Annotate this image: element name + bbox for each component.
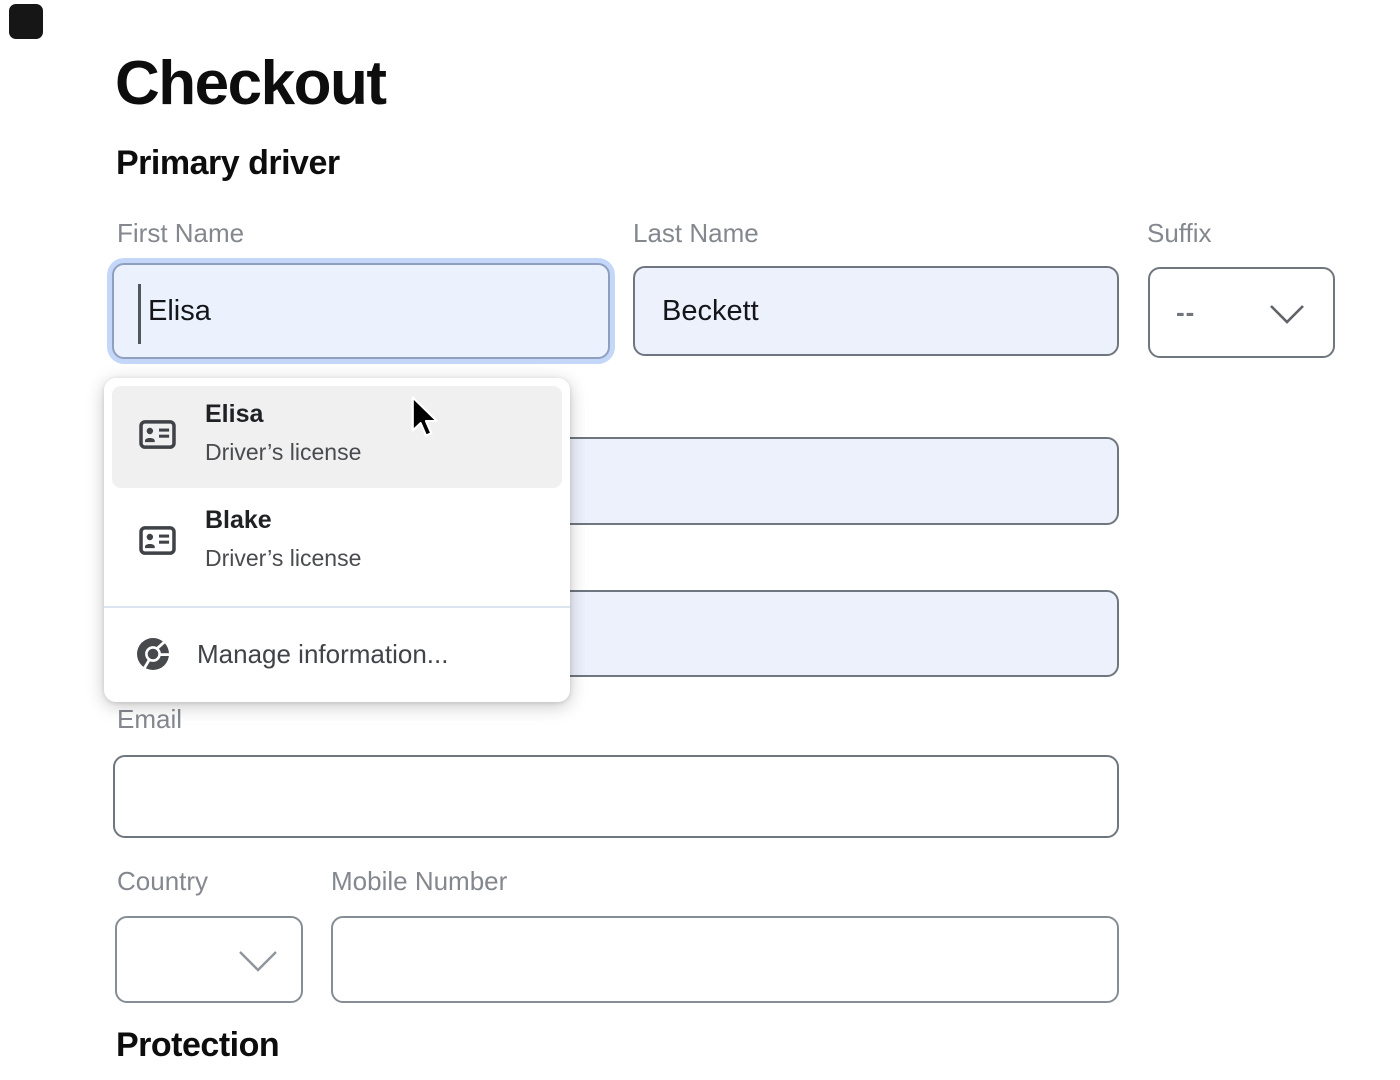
last-name-label: Last Name [633, 218, 759, 248]
last-name-input[interactable] [633, 266, 1119, 356]
first-name-field-wrap [112, 263, 610, 359]
suffix-label: Suffix [1147, 218, 1212, 248]
country-label: Country [117, 866, 208, 896]
suggestion-subtitle: Driver’s license [205, 543, 361, 573]
suffix-value: -- [1176, 297, 1195, 328]
autofill-suggestion-elisa[interactable]: Elisa Driver’s license [112, 386, 562, 488]
chrome-icon [136, 637, 170, 671]
autofill-popup: Elisa Driver’s license Blake Driver’s li… [104, 378, 570, 702]
section-primary-driver: Primary driver [116, 144, 340, 183]
autofill-suggestion-blake[interactable]: Blake Driver’s license [112, 492, 562, 594]
suggestion-title: Blake [205, 505, 272, 535]
email-field[interactable] [113, 755, 1119, 838]
country-select[interactable] [115, 916, 303, 1003]
mobile-number-label: Mobile Number [331, 866, 507, 896]
first-name-input[interactable] [112, 263, 610, 359]
first-name-label: First Name [117, 218, 244, 248]
suggestion-subtitle: Driver’s license [205, 437, 361, 467]
manage-information-label: Manage information... [197, 639, 448, 669]
email-label: Email [117, 704, 182, 734]
corner-mark [9, 4, 43, 39]
manage-information-item[interactable]: Manage information... [104, 608, 570, 702]
chevron-down-icon [238, 949, 278, 973]
id-card-icon [139, 420, 176, 449]
id-card-icon [139, 526, 176, 555]
mouse-cursor [410, 396, 440, 438]
checkout-page: Checkout Primary driver Protection First… [0, 0, 1400, 1080]
suffix-select[interactable]: -- [1148, 267, 1335, 358]
chevron-down-icon [1269, 303, 1305, 325]
page-title: Checkout [115, 48, 385, 119]
text-caret [138, 284, 141, 344]
suggestion-title: Elisa [205, 399, 263, 429]
section-protection: Protection [116, 1026, 279, 1065]
mobile-number-field[interactable] [331, 916, 1119, 1003]
